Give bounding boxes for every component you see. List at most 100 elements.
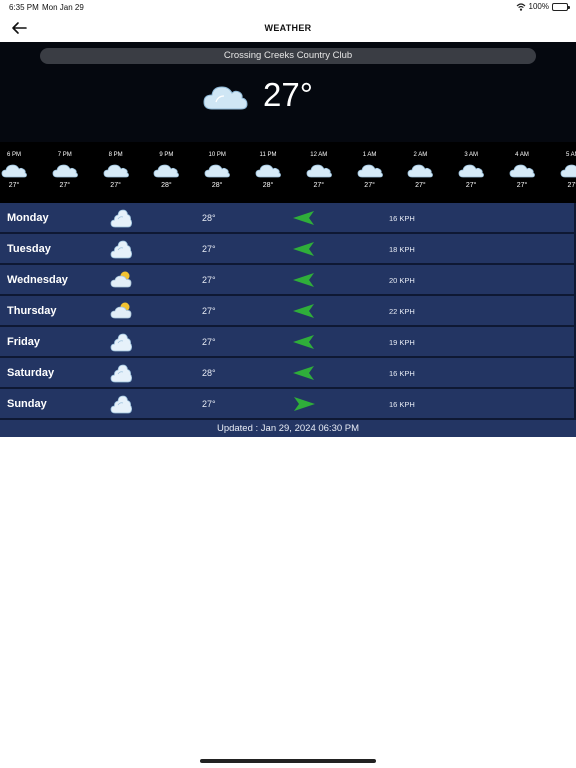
hourly-item: 8 PM 27°: [96, 142, 136, 189]
hour-temperature: 28°: [161, 182, 172, 189]
day-name: Tuesday: [7, 243, 51, 255]
day-name: Wednesday: [7, 274, 68, 286]
cloud-icon: [509, 164, 535, 178]
hour-temperature: 28°: [211, 182, 223, 189]
wind-direction-icon: [293, 211, 314, 225]
location-label: Crossing Creeks Country Club: [40, 48, 536, 64]
day-name: Monday: [7, 212, 49, 224]
day-temperature: 27°: [202, 306, 216, 316]
cloud-icon: [203, 86, 248, 110]
cloud-icon: [52, 164, 78, 178]
status-date: Mon Jan 29: [42, 3, 84, 12]
day-temperature: 27°: [202, 275, 216, 285]
hour-label: 2 AM: [413, 152, 428, 158]
day-row[interactable]: Sunday 27° 16 KPH: [0, 389, 576, 420]
partly-cloudy-icon: [110, 271, 132, 288]
day-row[interactable]: Tuesday 27° 18 KPH: [0, 234, 576, 265]
hour-temperature: 28°: [262, 182, 274, 189]
wind-speed: 19 KPH: [389, 338, 415, 347]
day-row[interactable]: Saturday 28° 16 KPH: [0, 358, 576, 389]
cloudy-icon: [110, 364, 133, 383]
wind-speed: 16 KPH: [389, 369, 415, 378]
hourly-forecast[interactable]: 6 PM 27° 7 PM 27° 8 PM 27° 9 PM 28° 10 PM 28° 11 P…: [0, 142, 576, 203]
day-name: Friday: [7, 336, 41, 348]
hour-label: 6 PM: [6, 152, 21, 158]
hourly-item: 5 AM 27°: [553, 142, 576, 189]
day-row[interactable]: Friday 27° 19 KPH: [0, 327, 576, 358]
cloud-icon: [560, 164, 576, 178]
cloudy-icon: [110, 240, 133, 259]
cloud-icon: [153, 164, 180, 178]
status-bar: 6:35 PM Mon Jan 29 100%: [0, 0, 576, 14]
cloud-icon: [255, 164, 281, 178]
day-temperature: 27°: [202, 337, 216, 347]
updated-timestamp: Updated : Jan 29, 2024 06:30 PM: [0, 420, 576, 437]
cloud-icon: [407, 164, 434, 178]
current-temperature: 27°: [263, 76, 313, 113]
hour-temperature: 27°: [567, 182, 576, 189]
hour-temperature: 27°: [415, 182, 426, 189]
day-name: Saturday: [7, 367, 55, 379]
daily-forecast: Monday 28° 16 KPH Tuesday 27° 18 KPH Wednesday…: [0, 203, 576, 420]
day-row[interactable]: Wednesday 27° 20 KPH: [0, 265, 576, 296]
hourly-item: 6 PM 27°: [0, 142, 34, 189]
wind-speed: 20 KPH: [389, 276, 415, 285]
hour-temperature: 27°: [465, 182, 477, 189]
cloud-icon: [357, 164, 383, 178]
wind-speed: 22 KPH: [389, 307, 415, 316]
hour-temperature: 27°: [110, 182, 121, 189]
battery-icon: [552, 2, 570, 11]
wind-speed: 18 KPH: [389, 245, 415, 254]
current-weather: Crossing Creeks Country Club 27°: [0, 42, 576, 142]
hour-temperature: 27°: [313, 182, 325, 189]
day-row[interactable]: Monday 28° 16 KPH: [0, 203, 576, 234]
cloud-icon: [458, 164, 485, 178]
hourly-item: 3 AM 27°: [451, 142, 491, 189]
home-indicator[interactable]: [200, 759, 376, 763]
wind-direction-icon: [293, 366, 314, 380]
wind-direction-icon: [293, 273, 314, 287]
hourly-item: 12 AM 27°: [299, 142, 339, 189]
cloud-icon: [103, 164, 129, 178]
hourly-item: 4 AM 27°: [502, 142, 542, 189]
hour-label: 10 PM: [208, 152, 226, 158]
cloudy-icon: [110, 209, 133, 228]
day-name: Sunday: [7, 398, 47, 410]
cloud-icon: [204, 164, 231, 178]
wifi-icon: [516, 2, 525, 11]
hourly-item: 1 AM 27°: [350, 142, 390, 189]
cloud-icon: [1, 164, 27, 178]
hour-temperature: 27°: [364, 182, 375, 189]
hour-temperature: 27°: [516, 182, 528, 189]
hour-label: 11 PM: [259, 152, 277, 158]
day-temperature: 28°: [202, 213, 216, 223]
day-temperature: 27°: [202, 244, 216, 254]
wind-direction-icon: [294, 397, 315, 411]
hourly-item: 11 PM 28°: [248, 142, 288, 189]
partly-cloudy-icon: [110, 302, 132, 319]
wind-direction-icon: [293, 242, 314, 256]
page-title: WEATHER: [264, 23, 312, 33]
hour-label: 7 PM: [57, 152, 72, 158]
wind-speed: 16 KPH: [389, 400, 415, 409]
hourly-item: 7 PM 27°: [45, 142, 85, 189]
hour-label: 3 AM: [464, 152, 479, 158]
wind-speed: 16 KPH: [389, 214, 415, 223]
day-temperature: 28°: [202, 368, 216, 378]
hour-label: 4 AM: [515, 152, 529, 158]
hourly-item: 10 PM 28°: [197, 142, 237, 189]
cloudy-icon: [110, 395, 133, 414]
wind-direction-icon: [293, 335, 314, 349]
hourly-item: 9 PM 28°: [146, 142, 186, 189]
hour-temperature: 27°: [8, 182, 20, 189]
day-temperature: 27°: [202, 399, 216, 409]
day-row[interactable]: Thursday 27° 22 KPH: [0, 296, 576, 327]
hour-label: 9 PM: [159, 152, 174, 158]
hour-label: 8 PM: [108, 152, 123, 158]
nav-bar: WEATHER: [0, 14, 576, 42]
day-name: Thursday: [7, 305, 57, 317]
wind-direction-icon: [293, 304, 314, 318]
status-indicators: 100%: [516, 2, 570, 11]
cloud-icon: [306, 164, 332, 178]
cloudy-icon: [110, 333, 133, 352]
